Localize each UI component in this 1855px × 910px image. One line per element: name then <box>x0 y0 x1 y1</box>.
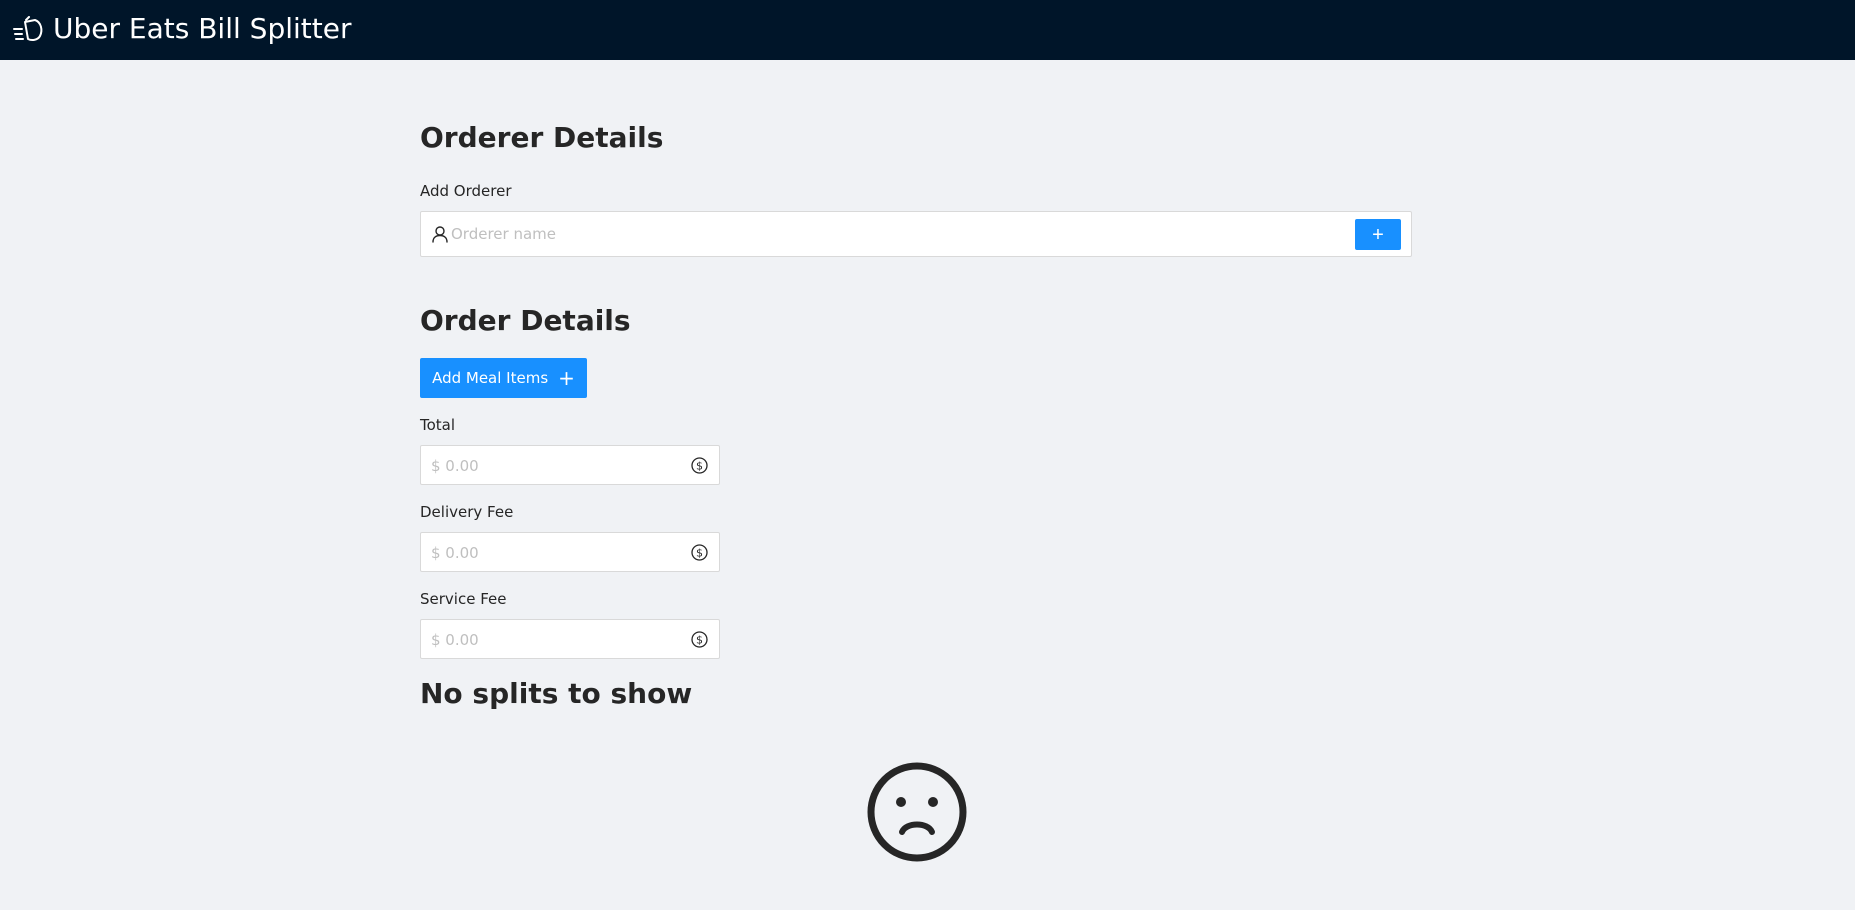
orderer-details-heading: Orderer Details <box>420 121 664 154</box>
user-icon <box>432 226 448 243</box>
add-meal-items-label: Add Meal Items <box>432 369 549 387</box>
dollar-circle-icon: $ <box>691 457 708 474</box>
delivery-fee-input[interactable] <box>431 541 681 565</box>
add-meal-items-button[interactable]: Add Meal Items + <box>420 358 587 398</box>
svg-text:$: $ <box>696 547 703 560</box>
service-fee-label: Service Fee <box>420 590 507 608</box>
service-fee-input-group: $ <box>420 619 720 659</box>
svg-text:$: $ <box>696 460 703 473</box>
orderer-name-input[interactable] <box>451 220 1351 248</box>
order-details-heading: Order Details <box>420 304 631 337</box>
orderer-input-group: + <box>420 211 1412 257</box>
add-orderer-label: Add Orderer <box>420 182 512 200</box>
add-orderer-button[interactable]: + <box>1355 219 1401 250</box>
app-title: Uber Eats Bill Splitter <box>53 12 352 45</box>
frown-face-icon <box>867 762 967 862</box>
total-input-group: $ <box>420 445 720 485</box>
delivery-fee-label: Delivery Fee <box>420 503 514 521</box>
delivery-fee-input-group: $ <box>420 532 720 572</box>
main-content: Orderer Details Add Orderer + Order Deta… <box>420 60 1412 910</box>
no-splits-heading: No splits to show <box>420 677 693 710</box>
service-fee-input[interactable] <box>431 628 681 652</box>
total-label: Total <box>420 416 456 434</box>
total-input[interactable] <box>431 454 681 478</box>
plus-icon: + <box>558 366 575 390</box>
dollar-circle-icon: $ <box>691 631 708 648</box>
fast-food-bag-icon <box>13 16 43 41</box>
top-navbar: Uber Eats Bill Splitter <box>0 0 1855 60</box>
dollar-circle-icon: $ <box>691 544 708 561</box>
svg-text:$: $ <box>696 634 703 647</box>
